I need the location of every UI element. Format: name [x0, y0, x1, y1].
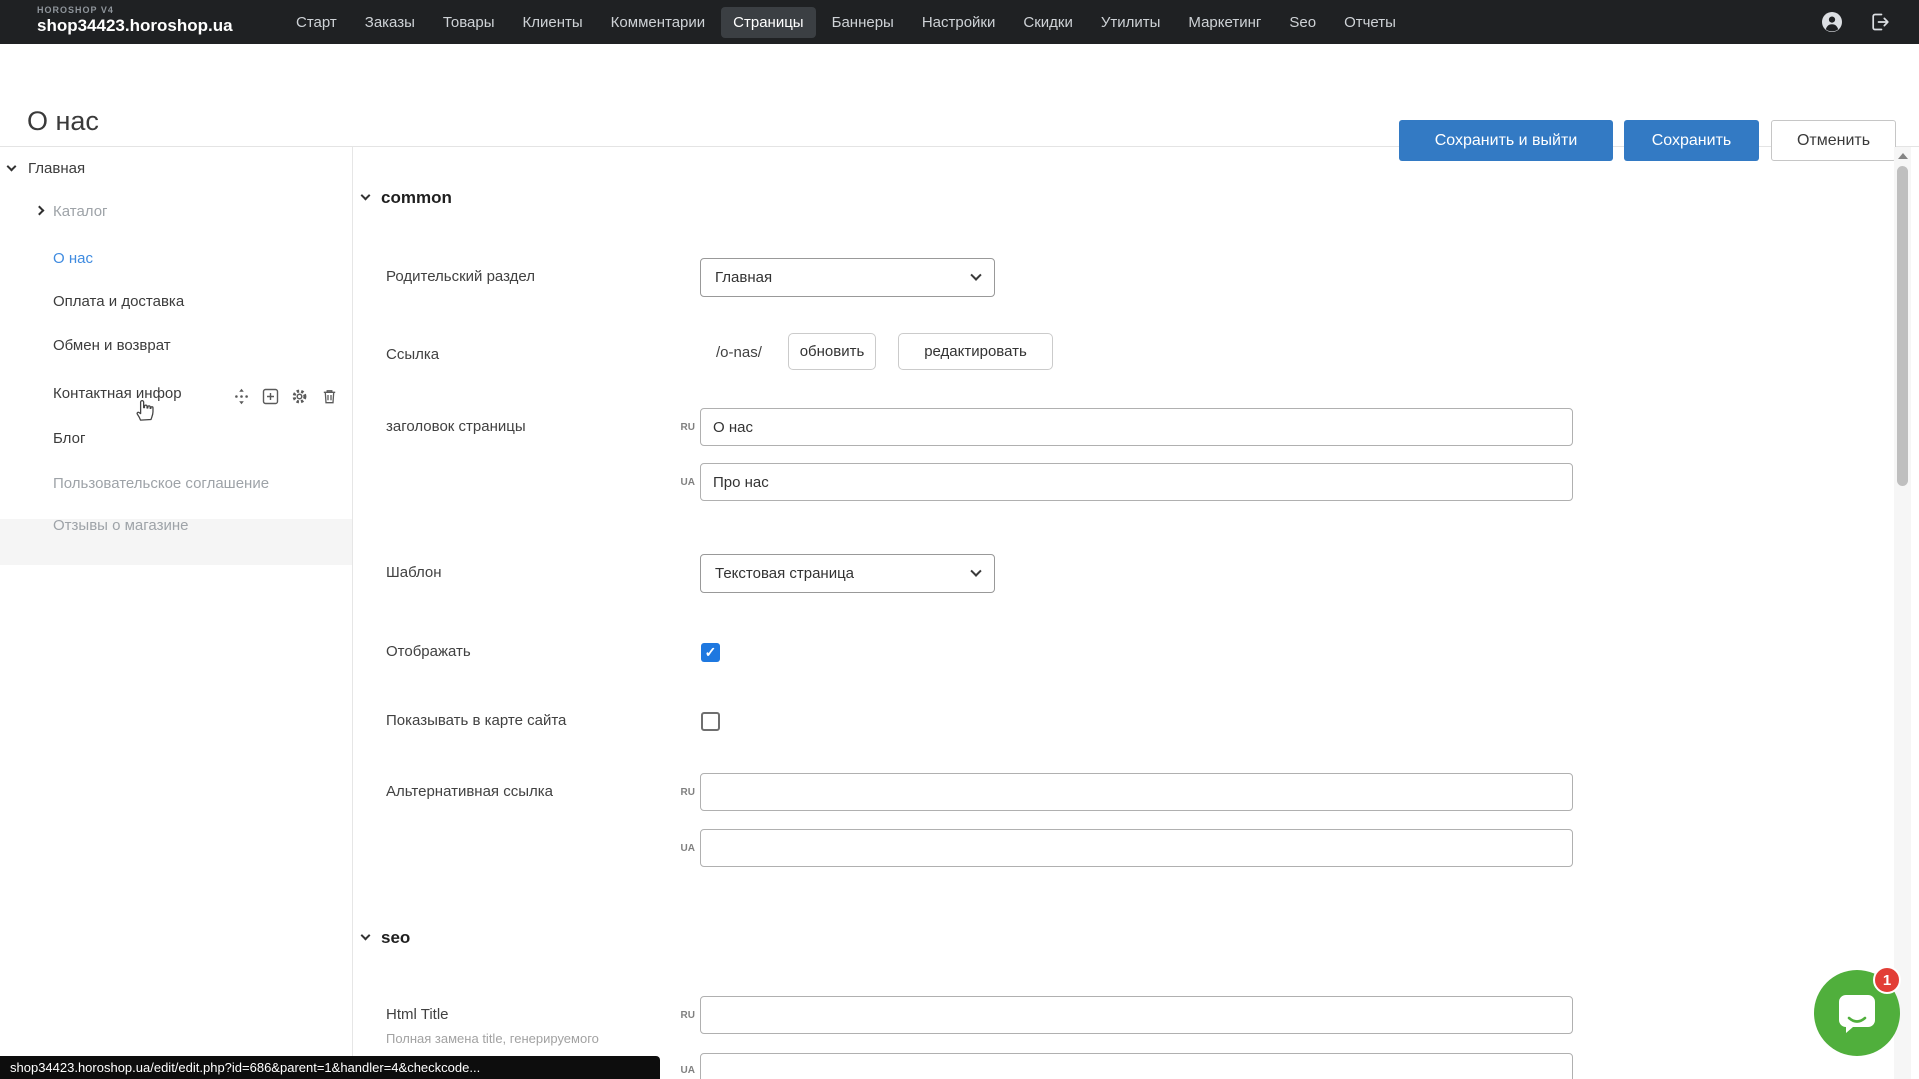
lang-badge-ua: UA [655, 1065, 695, 1076]
menu-item-pages[interactable]: Страницы [721, 7, 815, 38]
page-title-ru-input[interactable] [700, 408, 1573, 446]
chat-bubble-icon [1834, 990, 1880, 1036]
link-update-button[interactable]: обновить [788, 333, 876, 370]
link-path: /o-nas/ [716, 344, 762, 361]
logout-icon[interactable] [1869, 11, 1891, 33]
sidebar-item-katalog[interactable]: Каталог [53, 203, 108, 220]
menu-item-utilities[interactable]: Утилиты [1089, 7, 1173, 38]
alt-link-label: Альтернативная ссылка [386, 783, 553, 800]
sidebar-item-oplata[interactable]: Оплата и доставка [53, 293, 184, 310]
html-title-label: Html Title [386, 1006, 449, 1023]
link-label: Ссылка [386, 346, 439, 363]
save-button[interactable]: Сохранить [1624, 120, 1759, 161]
top-navigation-bar: HOROSHOP V4 shop34423.horoshop.ua Старт … [0, 0, 1919, 44]
sitemap-checkbox[interactable] [701, 712, 720, 731]
scrollbar[interactable] [1894, 147, 1911, 1079]
sidebar-item-o-nas[interactable]: О нас [53, 250, 93, 267]
sidebar-item-glavnaya[interactable]: Главная [28, 160, 85, 177]
section-common-header[interactable]: common [381, 188, 452, 208]
sidebar-item-kontaktnaya[interactable]: Контактная инфор [53, 385, 182, 402]
section-seo-header[interactable]: seo [381, 928, 410, 948]
chevron-down-icon [970, 565, 981, 576]
move-icon[interactable] [233, 388, 250, 405]
section-common-chevron-icon[interactable] [361, 191, 371, 201]
chevron-down-icon[interactable] [7, 162, 17, 172]
menu-item-orders[interactable]: Заказы [353, 7, 427, 38]
alt-link-ua-input[interactable] [700, 829, 1573, 867]
trash-icon[interactable] [321, 388, 338, 405]
parent-section-value: Главная [715, 269, 772, 286]
page-header: О нас Сохранить и выйти Сохранить Отмени… [0, 44, 1919, 147]
sitemap-label: Показывать в карте сайта [386, 712, 566, 729]
page-title-ua-input[interactable] [700, 463, 1573, 501]
alt-link-ru-input[interactable] [700, 773, 1573, 811]
link-preview-statusbar: shop34423.horoshop.ua/edit/edit.php?id=6… [0, 1056, 660, 1079]
display-checkbox[interactable]: ✓ [701, 643, 720, 662]
chevron-down-icon [970, 269, 981, 280]
parent-section-label: Родительский раздел [386, 268, 535, 285]
parent-section-select[interactable]: Главная [700, 258, 995, 297]
pages-tree-sidebar: Главная Каталог О нас Оплата и доставка … [0, 147, 353, 1079]
save-and-exit-button[interactable]: Сохранить и выйти [1399, 120, 1613, 161]
sidebar-item-obmen[interactable]: Обмен и возврат [53, 337, 171, 354]
cancel-button[interactable]: Отменить [1771, 120, 1896, 161]
html-title-ua-input[interactable] [700, 1053, 1573, 1079]
lang-badge-ru: RU [655, 1010, 695, 1021]
scrollbar-thumb[interactable] [1897, 166, 1908, 486]
sidebar-item-soglashenie[interactable]: Пользовательское соглашение [53, 475, 269, 492]
menu-item-seo[interactable]: Seo [1277, 7, 1328, 38]
user-avatar-icon[interactable] [1821, 11, 1843, 33]
settings-icon[interactable] [291, 388, 308, 405]
html-title-ru-input[interactable] [700, 996, 1573, 1034]
page-title-label: заголовок страницы [386, 418, 526, 435]
menu-item-settings[interactable]: Настройки [910, 7, 1008, 38]
lang-badge-ru: RU [655, 422, 695, 433]
menu-item-comments[interactable]: Комментарии [599, 7, 717, 38]
menu-item-banners[interactable]: Баннеры [820, 7, 906, 38]
template-select[interactable]: Текстовая страница [700, 554, 995, 593]
menu-item-reports[interactable]: Отчеты [1332, 7, 1408, 38]
check-icon: ✓ [705, 644, 717, 661]
page-title: О нас [27, 106, 99, 137]
link-edit-button[interactable]: редактировать [898, 333, 1053, 370]
template-label: Шаблон [386, 564, 442, 581]
add-icon[interactable] [262, 388, 279, 405]
hand-cursor [130, 395, 158, 428]
brand-version: HOROSHOP V4 [37, 5, 233, 15]
main-menu: Старт Заказы Товары Клиенты Комментарии … [284, 0, 1408, 44]
lang-badge-ua: UA [655, 843, 695, 854]
horoshop-admin-page: HOROSHOP V4 shop34423.horoshop.ua Старт … [0, 0, 1919, 1079]
chat-unread-badge[interactable]: 1 [1873, 966, 1901, 994]
template-value: Текстовая страница [715, 565, 854, 582]
brand-logo[interactable]: HOROSHOP V4 shop34423.horoshop.ua [37, 5, 233, 36]
menu-item-start[interactable]: Старт [284, 7, 349, 38]
menu-item-discounts[interactable]: Скидки [1011, 7, 1084, 38]
sidebar-item-blog[interactable]: Блог [53, 430, 85, 447]
sidebar-item-otzyvy[interactable]: Отзывы о магазине [53, 517, 188, 534]
chevron-right-icon[interactable] [35, 206, 45, 216]
section-seo-chevron-icon[interactable] [361, 931, 371, 941]
scrollbar-up-arrow[interactable] [1898, 153, 1908, 159]
display-label: Отображать [386, 643, 471, 660]
lang-badge-ru: RU [655, 787, 695, 798]
lang-badge-ua: UA [655, 477, 695, 488]
shop-domain: shop34423.horoshop.ua [37, 16, 233, 36]
menu-item-clients[interactable]: Клиенты [511, 7, 595, 38]
menu-item-marketing[interactable]: Маркетинг [1176, 7, 1273, 38]
html-title-hint: Полная замена title, генерируемого [386, 1031, 599, 1046]
menu-item-products[interactable]: Товары [431, 7, 507, 38]
